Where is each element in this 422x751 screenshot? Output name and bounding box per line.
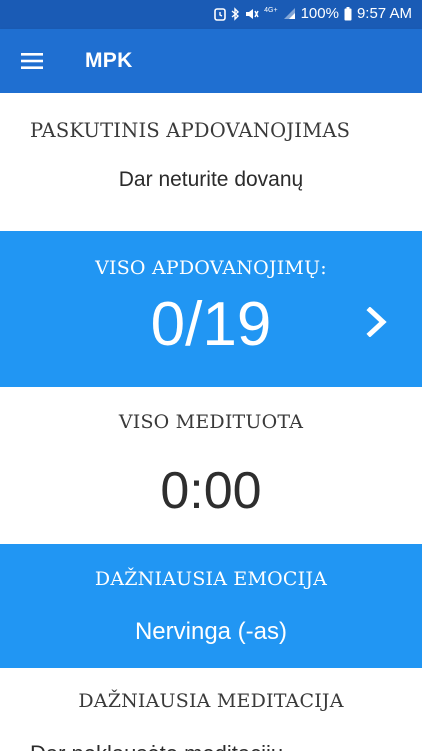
common-meditation-section: DAŽNIAUSIA MEDITACIJA Dar neklausėte med… (0, 668, 422, 751)
chevron-right-icon[interactable] (364, 307, 390, 337)
battery-percent: 100% (300, 5, 339, 22)
common-emotion-value: Nervinga (-as) (134, 618, 288, 645)
common-meditation-value: Dar neklausėte meditacijų (30, 741, 283, 751)
app-title: MPK (85, 49, 133, 72)
common-emotion-section: DAŽNIAUSIA EMOCIJA Nervinga (-as) (0, 544, 422, 668)
total-awards-heading: VISO APDOVANOJIMŲ: (95, 257, 327, 279)
last-award-heading: PASKUTINIS APDOVANOJIMAS (30, 119, 351, 142)
battery-icon (344, 6, 352, 22)
bluetooth-icon (231, 6, 240, 22)
common-emotion-heading: DAŽNIAUSIA EMOCIJA (94, 568, 328, 590)
status-icons: 4G+ 100% 9:57 AM (214, 5, 412, 22)
last-award-value: Dar neturite dovanų (118, 168, 304, 191)
last-award-section: PASKUTINIS APDOVANOJIMAS Dar neturite do… (0, 93, 422, 231)
total-awards-count: 0/19 (150, 290, 272, 359)
total-meditated-time: 0:00 (160, 462, 262, 520)
hamburger-menu-icon (21, 53, 43, 69)
signal-icon (283, 6, 296, 22)
clock-time: 9:57 AM (356, 5, 412, 22)
mute-icon (245, 6, 259, 22)
alarm-icon (214, 6, 226, 22)
app-bar: MPK (0, 29, 422, 93)
total-meditated-heading: VISO MEDITUOTA (118, 411, 304, 433)
total-awards-section[interactable]: VISO APDOVANOJIMŲ: 0/19 (0, 231, 422, 387)
menu-button[interactable] (14, 43, 50, 79)
status-bar: 4G+ 100% 9:57 AM (0, 0, 422, 29)
common-meditation-heading: DAŽNIAUSIA MEDITACIJA (78, 690, 344, 712)
network-type-label: 4G+ (264, 7, 278, 14)
total-meditated-section: VISO MEDITUOTA 0:00 (0, 387, 422, 544)
